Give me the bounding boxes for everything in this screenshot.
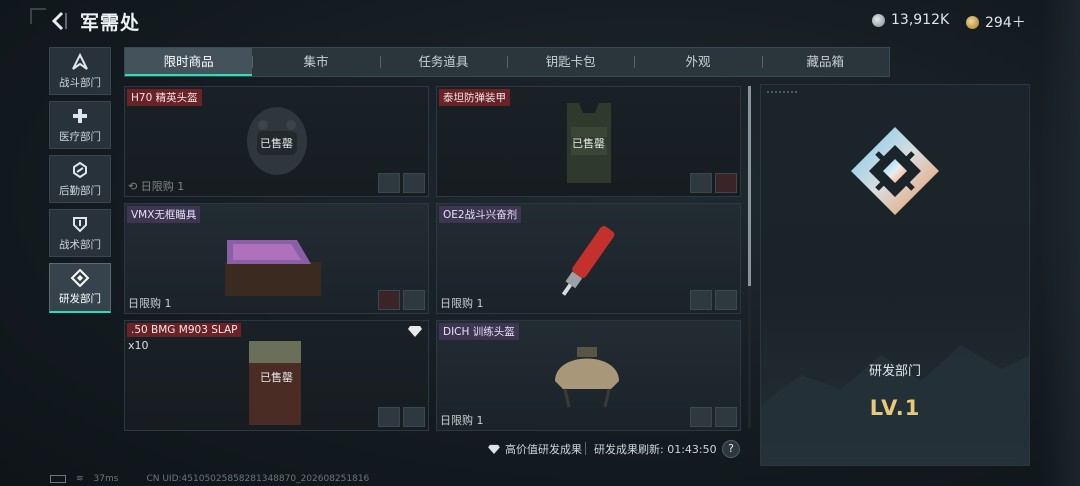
high-value-label: 高价值研发成果: [505, 443, 582, 456]
attribute-icon: [715, 173, 737, 193]
attribute-icon: [690, 173, 712, 193]
silver-coin-icon: [872, 13, 885, 27]
item-name: 泰坦防弹装甲: [439, 89, 510, 106]
panel-decoration: [767, 91, 797, 95]
item-name: H70 精英头盔: [127, 89, 202, 106]
attribute-icon: [403, 173, 425, 193]
page-title: 军需处: [80, 12, 141, 34]
item-quantity: x10: [128, 339, 149, 352]
attribute-icon: [378, 290, 400, 310]
sold-out-label: 已售罄: [260, 137, 293, 150]
sold-out-label: 已售罄: [572, 137, 605, 150]
sidebar-item-label: 战术部门: [59, 238, 101, 251]
sidebar-item-medical[interactable]: 医疗部门: [49, 101, 111, 149]
tab-keycard[interactable]: 钥匙卡包: [506, 48, 634, 76]
item-card-dich-helmet[interactable]: DICH 训练头盔 日限购 1: [436, 320, 741, 431]
refresh-timer: 研发成果刷新: 01:43:50: [594, 443, 717, 456]
corner-decoration: [30, 8, 46, 24]
department-name: 研发部门: [868, 364, 921, 379]
help-button[interactable]: ?: [722, 440, 740, 458]
item-card-titan-armor[interactable]: 泰坦防弹装甲 已售罄: [436, 86, 741, 197]
battery-icon: [50, 475, 66, 483]
training-helmet-image: [555, 347, 619, 408]
sidebar-item-label: 战斗部门: [59, 76, 101, 89]
category-tabs: 限时商品 集市 任务道具 钥匙卡包 外观 藏品箱: [124, 47, 890, 77]
high-value-research-link[interactable]: 高价值研发成果: [488, 441, 582, 457]
attribute-icon: [378, 173, 400, 193]
department-level: LV.1: [869, 396, 921, 420]
sight-image: [225, 240, 321, 296]
item-card-h70-helmet[interactable]: H70 精英头盔 已售罄 ⟲ 日限购 1: [124, 86, 429, 197]
medical-cross-icon: [73, 108, 87, 123]
status-bar: ≋ 37ms CN UID:4510502585828134887­0_2026…: [50, 474, 369, 484]
sold-out-label: 已售罄: [260, 371, 293, 384]
logistics-icon: [73, 161, 87, 178]
research-department-emblem-icon: [851, 127, 939, 215]
tab-collection-box[interactable]: 藏品箱: [761, 48, 889, 76]
item-name: VMX无框瞄具: [127, 206, 201, 223]
uid-text: CN UID:4510502585828134887­0_20260825181…: [146, 474, 370, 484]
combat-icon: [72, 52, 88, 70]
research-icon: [71, 269, 89, 287]
tactics-shield-icon: [73, 216, 87, 232]
attribute-icon: [690, 290, 712, 310]
item-name: DICH 训练头盔: [439, 323, 519, 340]
gem-icon: [488, 444, 500, 454]
limit-icon: ⟲: [128, 180, 141, 193]
item-name: .50 BMG M903 SLAP: [127, 323, 242, 337]
sidebar-item-tactics[interactable]: 战术部门: [49, 209, 111, 257]
wifi-icon: ≋: [76, 474, 84, 484]
tab-quest-items[interactable]: 任务道具: [379, 48, 507, 76]
item-card-oe2-stim[interactable]: OE2战斗兴奋剂 日限购 1: [436, 203, 741, 314]
scrollbar-thumb[interactable]: [748, 86, 751, 286]
sidebar-item-research[interactable]: 研发部门: [49, 263, 111, 313]
sidebar-item-label: 后勤部门: [59, 184, 101, 197]
right-edge-decoration: [1040, 0, 1080, 486]
sidebar-item-label: 医疗部门: [59, 130, 101, 143]
tab-market[interactable]: 集市: [252, 48, 379, 76]
tab-appearance[interactable]: 外观: [634, 48, 761, 76]
ping-value: 37ms: [93, 474, 119, 484]
gold-coin-icon: [966, 15, 979, 29]
attribute-icon: [690, 407, 712, 427]
sidebar-item-label: 研发部门: [59, 293, 101, 305]
purchase-limit: 日限购 1: [128, 297, 172, 310]
purchase-limit: 日限购 1: [440, 414, 484, 427]
stim-image: [561, 226, 615, 296]
item-card-vmx-sight[interactable]: VMX无框瞄具 日限购 1: [124, 203, 429, 314]
purchase-limit: ⟲ 日限购 1: [128, 180, 185, 193]
tab-limited[interactable]: 限时商品: [125, 48, 253, 76]
gold-currency[interactable]: 294＋: [966, 12, 1026, 32]
attribute-icon: [403, 407, 425, 427]
gold-value: 294＋: [985, 15, 1026, 31]
silver-currency: 13,912K: [872, 12, 949, 28]
attribute-icon: [378, 407, 400, 427]
high-value-gem-icon: [408, 326, 422, 337]
silver-value: 13,912K: [891, 12, 950, 28]
attribute-icon: [715, 407, 737, 427]
back-arrow-icon[interactable]: [48, 10, 70, 32]
sidebar-item-combat[interactable]: 战斗部门: [49, 47, 111, 95]
divider: [585, 442, 586, 455]
purchase-limit: 日限购 1: [440, 297, 484, 310]
item-name: OE2战斗兴奋剂: [439, 206, 522, 223]
attribute-icon: [403, 290, 425, 310]
attribute-icon: [715, 290, 737, 310]
sidebar-item-logistics[interactable]: 后勤部门: [49, 155, 111, 203]
item-card-50bmg-ammo[interactable]: .50 BMG M903 SLAP x10 已售罄: [124, 320, 429, 431]
